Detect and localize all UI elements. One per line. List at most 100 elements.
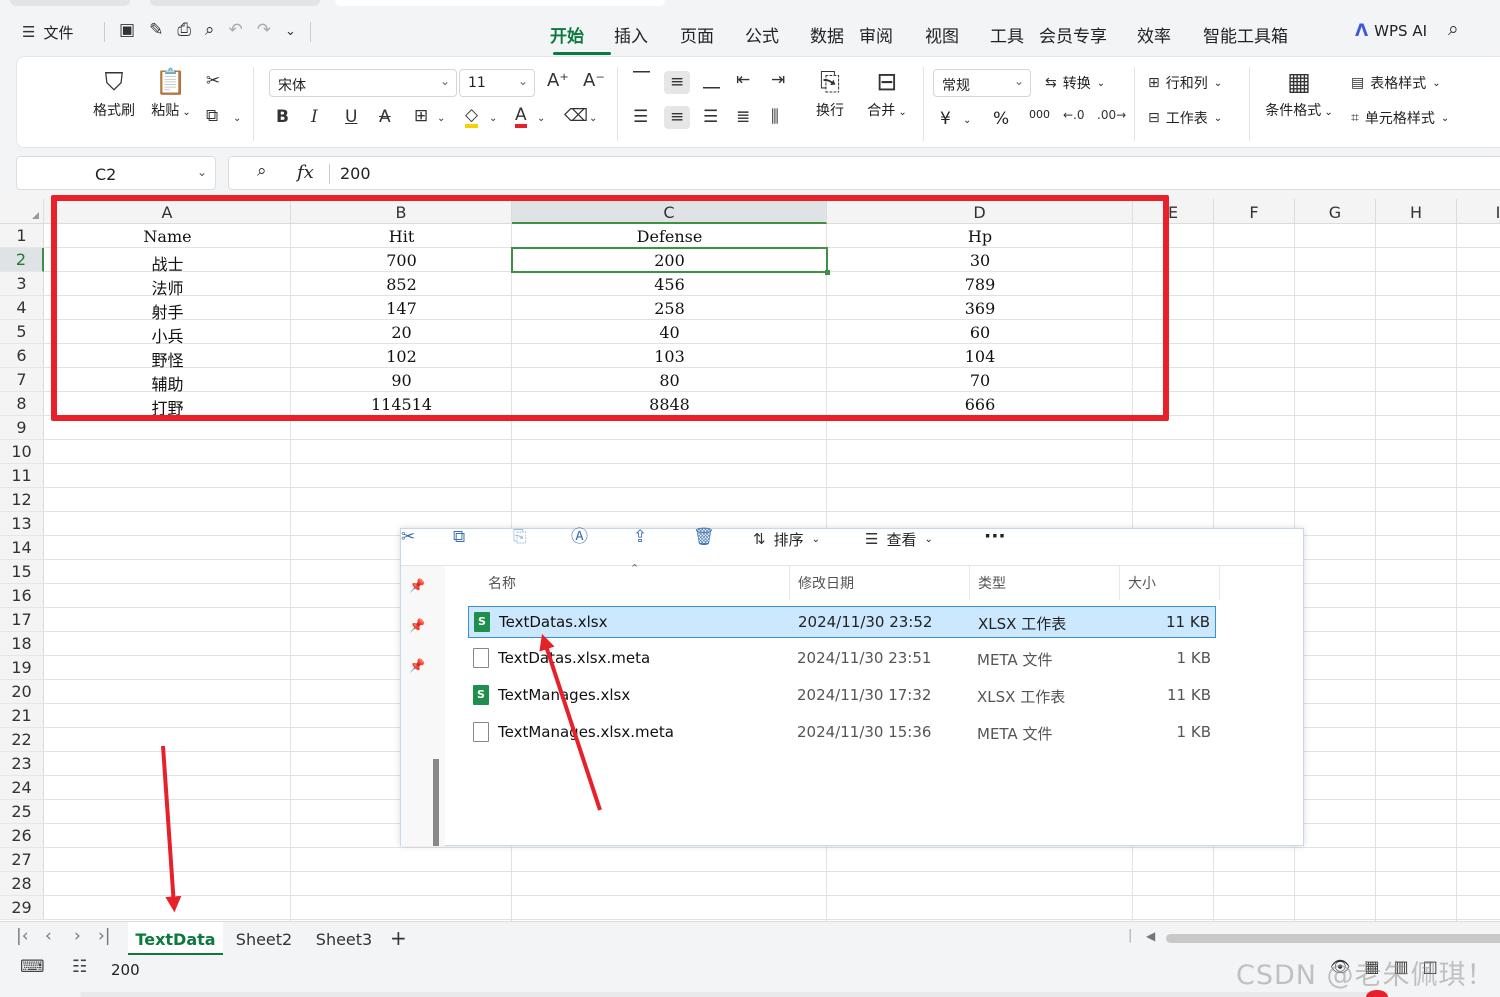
- tab-insert[interactable]: 插入: [614, 22, 680, 47]
- table-style-button[interactable]: ▤ 表格样式 ⌄: [1351, 73, 1441, 93]
- window-tab[interactable]: [10, 0, 130, 6]
- sheet-tab-sheet2[interactable]: Sheet2: [229, 922, 299, 955]
- align-right-icon[interactable]: ☰: [703, 109, 718, 126]
- rename-icon[interactable]: Ⓐ: [571, 529, 588, 546]
- paste-button[interactable]: 📋 粘贴 ⌄: [147, 69, 195, 120]
- sort-button[interactable]: ⇅ 排序 ⌄: [753, 529, 820, 550]
- delete-icon[interactable]: 🗑: [693, 529, 715, 546]
- header-date[interactable]: 修改日期: [798, 573, 854, 593]
- strikethrough-icon[interactable]: A: [379, 109, 391, 126]
- row-header[interactable]: 20: [0, 680, 44, 704]
- thousands-separator-button[interactable]: 000: [1029, 108, 1050, 121]
- column-header-i[interactable]: I: [1457, 199, 1500, 224]
- percent-button[interactable]: %: [993, 109, 1009, 129]
- tab-review[interactable]: 审阅: [859, 22, 925, 47]
- row-header[interactable]: 25: [0, 800, 44, 824]
- borders-icon[interactable]: ⊞: [414, 108, 428, 125]
- select-all-corner[interactable]: [0, 199, 44, 224]
- tab-home[interactable]: 开始: [550, 22, 614, 55]
- row-header[interactable]: 10: [0, 440, 44, 464]
- undo-icon[interactable]: ↶: [228, 22, 242, 42]
- row-header[interactable]: 23: [0, 752, 44, 776]
- align-bottom-icon[interactable]: ⎽: [703, 72, 720, 89]
- formula-bar[interactable]: ⌕ fx 200: [228, 156, 1500, 190]
- tab-data[interactable]: 数据: [810, 22, 859, 47]
- sheet-tab-textdata[interactable]: TextData: [128, 922, 223, 955]
- tab-formula[interactable]: 公式: [745, 22, 810, 47]
- chevron-down-icon[interactable]: ⌄: [437, 114, 445, 124]
- file-menu[interactable]: ☰ 文件: [22, 22, 73, 43]
- pin-icon[interactable]: 📌: [409, 620, 425, 633]
- align-center-icon[interactable]: ≡: [664, 106, 691, 129]
- sheet-tab-sheet3[interactable]: Sheet3: [309, 922, 379, 955]
- column-header-f[interactable]: F: [1214, 199, 1295, 224]
- currency-button[interactable]: ¥: [940, 109, 951, 129]
- row-header[interactable]: 14: [0, 536, 44, 560]
- macro-icon[interactable]: ⌨: [20, 959, 45, 976]
- pen-icon[interactable]: ✎: [149, 22, 163, 42]
- row-col-button[interactable]: ⊞ 行和列 ⌄: [1148, 73, 1222, 93]
- decrease-font-icon[interactable]: A⁻: [583, 72, 605, 90]
- cell-style-button[interactable]: ⌗ 单元格样式 ⌄: [1351, 108, 1449, 128]
- first-sheet-icon[interactable]: |‹: [16, 928, 29, 945]
- underline-icon[interactable]: U: [345, 109, 357, 126]
- search-icon[interactable]: ⌕: [1448, 20, 1459, 39]
- row-header[interactable]: 1: [0, 224, 44, 248]
- row-header[interactable]: 19: [0, 656, 44, 680]
- row-header[interactable]: 9: [0, 416, 44, 440]
- row-header[interactable]: 16: [0, 584, 44, 608]
- font-color-icon[interactable]: A: [515, 107, 527, 128]
- header-size[interactable]: 大小: [1128, 573, 1156, 593]
- row-header[interactable]: 28: [0, 872, 44, 896]
- eraser-icon[interactable]: ⌫: [564, 108, 588, 125]
- row-header[interactable]: 24: [0, 776, 44, 800]
- chevron-down-icon[interactable]: ⌄: [589, 114, 597, 124]
- chevron-down-icon[interactable]: ⌄: [197, 165, 207, 179]
- align-left-icon[interactable]: ☰: [633, 109, 648, 126]
- row-header[interactable]: 5: [0, 320, 44, 344]
- chevron-down-icon[interactable]: ⌄: [489, 114, 497, 124]
- window-tab-active[interactable]: [335, 0, 665, 6]
- conditional-format-button[interactable]: ▦ 条件格式 ⌄: [1261, 69, 1337, 120]
- file-row[interactable]: TextDatas.xlsx.meta 2024/11/30 23:51 META …: [468, 643, 1216, 675]
- worksheet-button[interactable]: ⊟ 工作表 ⌄: [1148, 108, 1222, 128]
- cut-icon[interactable]: ✂: [401, 529, 415, 546]
- copy-icon[interactable]: ⧉: [453, 529, 465, 546]
- wps-ai-button[interactable]: Λ WPS AI: [1355, 22, 1427, 40]
- redo-icon[interactable]: ↷: [257, 22, 271, 42]
- window-tab[interactable]: [150, 0, 320, 6]
- header-type[interactable]: 类型: [978, 573, 1006, 593]
- header-name[interactable]: 名称: [488, 573, 516, 593]
- save-icon[interactable]: ▣: [119, 22, 135, 42]
- tab-view[interactable]: 视图: [925, 22, 990, 47]
- row-header[interactable]: 4: [0, 296, 44, 320]
- nav-scrollbar[interactable]: [433, 759, 439, 846]
- page-view-icon[interactable]: ☷: [72, 959, 87, 976]
- tab-efficiency[interactable]: 效率: [1137, 22, 1203, 47]
- row-header[interactable]: 21: [0, 704, 44, 728]
- distribute-icon[interactable]: ⫼: [771, 109, 779, 126]
- row-header[interactable]: 15: [0, 560, 44, 584]
- column-header-h[interactable]: H: [1376, 199, 1457, 224]
- tab-member[interactable]: 会员专享: [1039, 22, 1137, 47]
- print-icon[interactable]: ⎙: [177, 22, 191, 42]
- row-header[interactable]: 22: [0, 728, 44, 752]
- share-icon[interactable]: ⇪: [633, 529, 647, 546]
- view-button[interactable]: ☰ 查看 ⌄: [865, 529, 933, 550]
- increase-font-icon[interactable]: A⁺: [547, 72, 569, 90]
- row-header[interactable]: 11: [0, 464, 44, 488]
- indent-increase-icon[interactable]: ⇥: [771, 72, 785, 89]
- bold-icon[interactable]: B: [276, 109, 289, 126]
- justify-icon[interactable]: ≣: [736, 109, 750, 126]
- row-header[interactable]: 26: [0, 824, 44, 848]
- row-header[interactable]: 17: [0, 608, 44, 632]
- chevron-down-icon[interactable]: ⌄: [963, 115, 971, 126]
- last-sheet-icon[interactable]: ›|: [98, 928, 111, 945]
- tab-page[interactable]: 页面: [680, 22, 745, 47]
- pin-icon[interactable]: 📌: [409, 580, 425, 593]
- row-header[interactable]: 3: [0, 272, 44, 296]
- row-header[interactable]: 6: [0, 344, 44, 368]
- format-painter-button[interactable]: ⛉ 格式刷: [89, 69, 139, 120]
- zoom-icon[interactable]: ⌕: [257, 163, 267, 180]
- more-options-icon[interactable]: ···: [984, 525, 1006, 547]
